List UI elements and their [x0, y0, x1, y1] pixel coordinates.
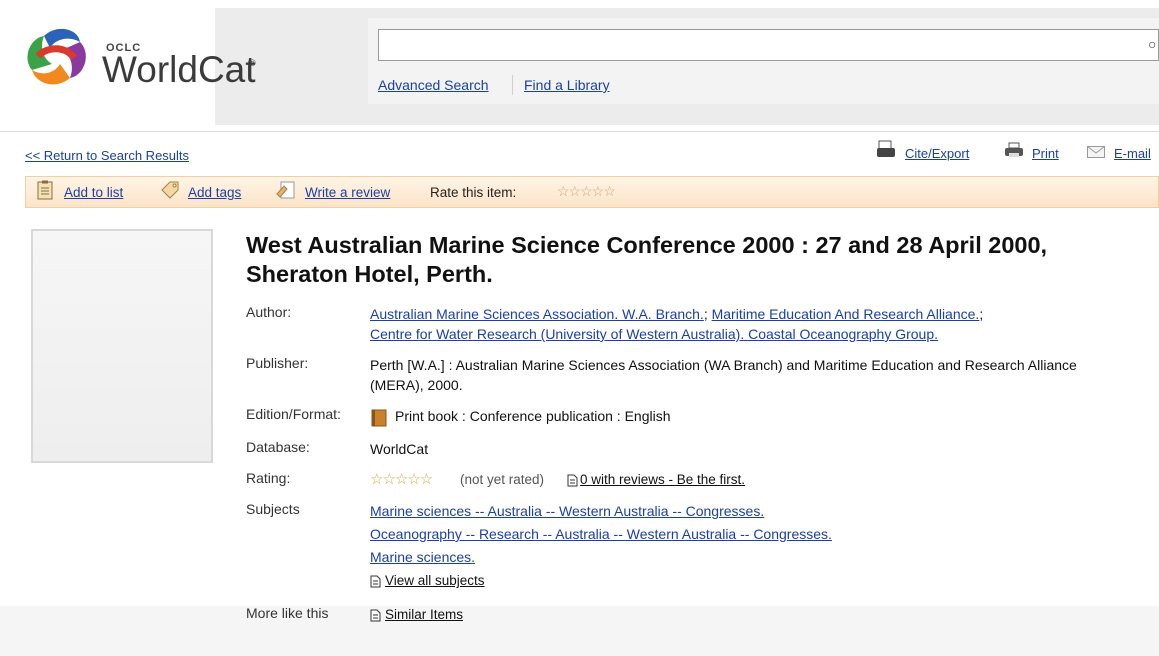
- author-label: Author:: [246, 304, 292, 320]
- list-icon[interactable]: [37, 180, 53, 200]
- find-a-library-link[interactable]: Find a Library: [524, 77, 610, 93]
- more-like-this-label: More like this: [246, 605, 329, 621]
- header-divider: [0, 131, 1159, 132]
- rating-note: (not yet rated): [460, 472, 545, 487]
- rating-stars[interactable]: ☆☆☆☆☆: [370, 470, 433, 488]
- rate-item-label: Rate this item:: [430, 185, 517, 200]
- write-review-icon[interactable]: [276, 180, 296, 200]
- tag-icon[interactable]: [160, 181, 180, 199]
- edition-format-value: Print book : Conference publication : En…: [395, 408, 671, 424]
- document-icon: [567, 474, 578, 487]
- print-book-icon: [371, 409, 387, 427]
- cite-export-link[interactable]: Cite/Export: [905, 146, 969, 161]
- document-icon: [370, 575, 381, 588]
- add-tags-link[interactable]: Add tags: [188, 185, 241, 200]
- author-values: Australian Marine Sciences Association. …: [370, 304, 1150, 344]
- cover-thumbnail: [31, 229, 213, 463]
- header-link-divider: [512, 75, 513, 95]
- print-link[interactable]: Print: [1032, 146, 1059, 161]
- subject-link[interactable]: Marine sciences -- Australia -- Western …: [370, 503, 764, 519]
- author-separator: ;: [979, 306, 984, 322]
- subject-link[interactable]: Marine sciences.: [370, 549, 475, 565]
- advanced-search-link[interactable]: Advanced Search: [378, 77, 489, 93]
- author-link[interactable]: Centre for Water Research (University of…: [370, 326, 938, 342]
- publisher-label: Publisher:: [246, 355, 309, 371]
- search-icon[interactable]: ○: [1148, 36, 1156, 52]
- similar-items-link[interactable]: Similar Items: [385, 607, 463, 622]
- printer-icon[interactable]: [1004, 142, 1024, 158]
- logo-worldcat-text: WorldCat: [102, 49, 256, 90]
- email-envelope-icon[interactable]: [1087, 146, 1105, 158]
- email-link[interactable]: E-mail: [1114, 146, 1151, 161]
- record-title: West Australian Marine Science Conferenc…: [246, 232, 1048, 287]
- write-review-link[interactable]: Write a review: [305, 185, 390, 200]
- edition-format-label: Edition/Format:: [246, 406, 341, 422]
- database-value: WorldCat: [370, 441, 429, 457]
- author-link[interactable]: Maritime Education And Research Alliance…: [712, 306, 980, 322]
- return-to-results-link[interactable]: << Return to Search Results: [25, 148, 189, 163]
- reviews-link[interactable]: 0 with reviews - Be the first.: [580, 472, 745, 487]
- publisher-value: Perth [W.A.] : Australian Marine Science…: [370, 357, 1077, 393]
- search-input[interactable]: [378, 29, 1159, 61]
- cite-export-icon[interactable]: [876, 140, 896, 158]
- subject-link[interactable]: Oceanography -- Research -- Australia --…: [370, 526, 832, 542]
- rating-label: Rating:: [246, 470, 291, 486]
- logo-registered-mark: ®: [249, 58, 256, 68]
- subjects-label: Subjects: [246, 501, 300, 517]
- view-all-subjects-link[interactable]: View all subjects: [385, 573, 485, 588]
- add-to-list-link[interactable]: Add to list: [64, 185, 123, 200]
- author-link[interactable]: Australian Marine Sciences Association. …: [370, 306, 704, 322]
- document-icon: [370, 609, 381, 622]
- bottom-band: [0, 606, 1159, 656]
- rate-stars-input[interactable]: ☆☆☆☆☆: [557, 183, 616, 200]
- database-label: Database:: [246, 439, 310, 455]
- author-separator: ;: [703, 306, 712, 322]
